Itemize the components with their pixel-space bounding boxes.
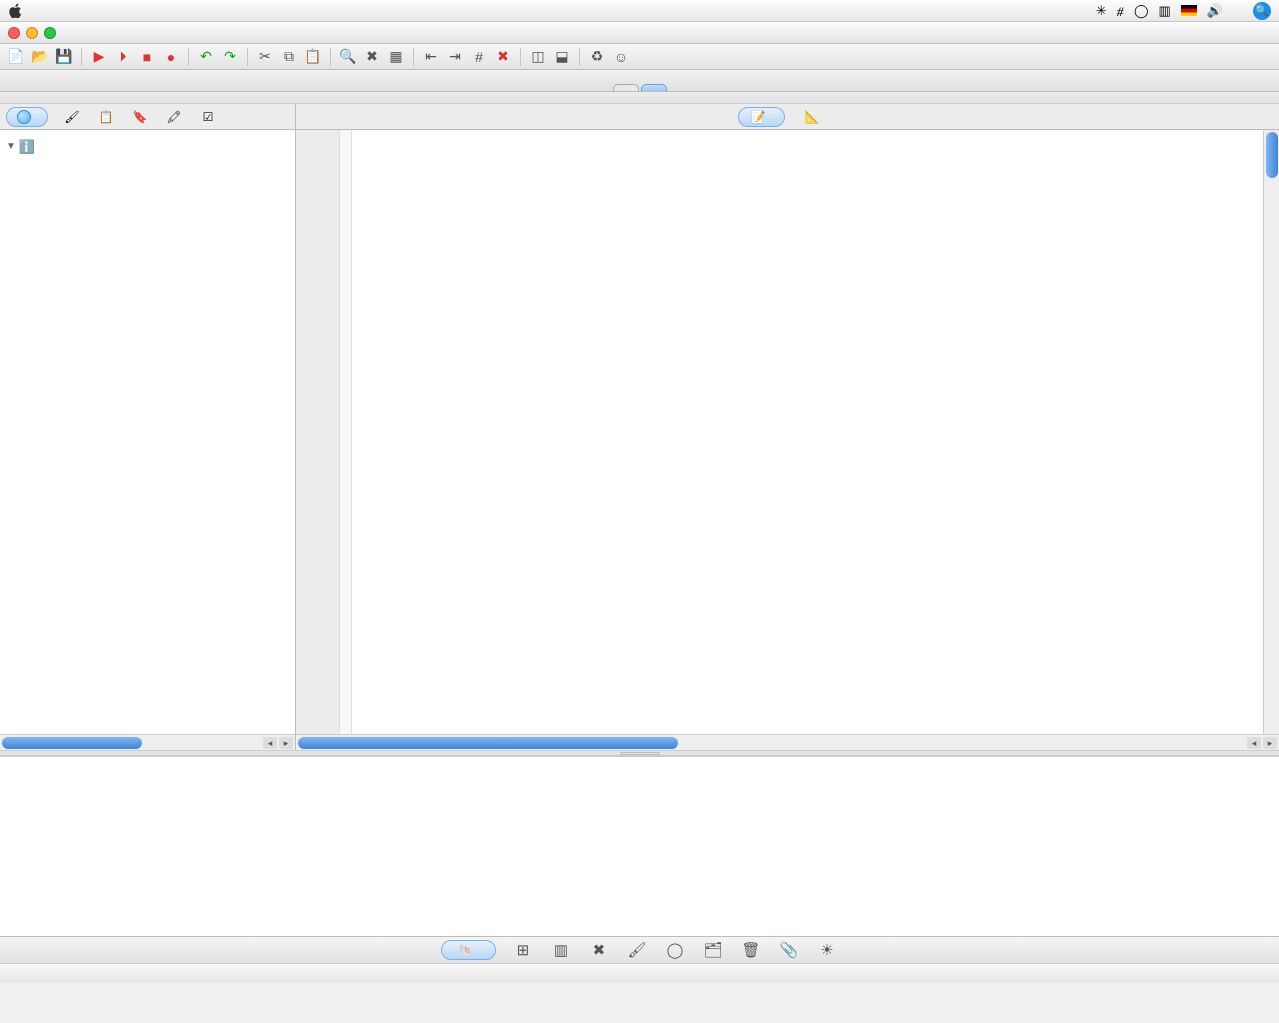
record-icon[interactable]: ● <box>161 47 181 67</box>
flag-de-icon[interactable] <box>1181 5 1197 16</box>
shell-console[interactable] <box>0 756 1279 936</box>
volume-icon[interactable]: 🔊 <box>1207 3 1223 19</box>
tab-uml[interactable]: 📐 <box>793 108 838 126</box>
comment-icon[interactable]: # <box>469 47 489 67</box>
indent-right-icon[interactable]: ⇥ <box>445 47 465 67</box>
spotlight-icon[interactable]: 🔍 <box>1253 2 1271 20</box>
open-file-icon[interactable]: 📂 <box>30 47 50 67</box>
tool-a-icon[interactable]: ✖ <box>362 47 382 67</box>
refresh-icon[interactable]: ♻ <box>587 47 607 67</box>
close-window-button[interactable] <box>8 27 20 39</box>
new-file-icon[interactable]: 📄 <box>6 47 26 67</box>
uncomment-icon[interactable]: ✖ <box>493 47 513 67</box>
indent-left-icon[interactable]: ⇤ <box>421 47 441 67</box>
left-tool-3-icon[interactable]: 🔖 <box>130 107 150 127</box>
bottom-tool-4-icon[interactable]: 🖌 <box>626 940 648 960</box>
document-tabs <box>0 70 1279 92</box>
menubar-extra-icon[interactable]: ✳︎ <box>1096 3 1107 19</box>
tab-lilycall[interactable] <box>613 84 639 91</box>
bottom-tool-2-icon[interactable]: ▥ <box>550 940 572 960</box>
explore-button[interactable] <box>6 107 48 127</box>
redo-icon[interactable]: ↷ <box>220 47 240 67</box>
right-panel-toolbar: 📝 📐 <box>296 104 1279 130</box>
bottom-tool-6-icon[interactable]: 🗂 <box>702 940 724 960</box>
paste-icon[interactable]: 📋 <box>303 47 323 67</box>
cut-icon[interactable]: ✂ <box>255 47 275 67</box>
sync-icon[interactable]: ◯ <box>1134 3 1149 19</box>
editor-h-scrollbar[interactable]: ◂▸ <box>296 734 1279 750</box>
bottom-tool-5-icon[interactable]: ◯ <box>664 940 686 960</box>
minimize-window-button[interactable] <box>26 27 38 39</box>
left-tool-4-icon[interactable]: 🖍 <box>164 107 184 127</box>
apple-logo-icon <box>8 3 24 19</box>
code-content[interactable] <box>352 130 1263 734</box>
left-tool-5-icon[interactable]: ☑ <box>198 107 218 127</box>
code-editor[interactable] <box>296 130 1279 734</box>
right-panel: 📝 📐 ◂▸ <box>296 104 1279 750</box>
left-tool-1-icon[interactable]: 🖌 <box>62 107 82 127</box>
split-v-icon[interactable]: ⬓ <box>552 47 572 67</box>
line-number-gutter <box>296 130 340 734</box>
uml-icon: 📐 <box>805 110 820 124</box>
editor-v-scrollbar[interactable] <box>1263 130 1279 734</box>
tab-source[interactable]: 📝 <box>738 107 785 127</box>
fold-column[interactable] <box>340 130 352 734</box>
source-icon: 📝 <box>751 110 766 124</box>
find-icon[interactable]: 🔍 <box>338 47 358 67</box>
bottom-tool-8-icon[interactable]: 📎 <box>778 940 800 960</box>
left-panel: 🖌 📋 🔖 🖍 ☑ ▼ ℹ️ ◂▸ <box>0 104 296 750</box>
bottom-tool-7-icon[interactable]: 🗑 <box>740 940 762 960</box>
bottom-tool-9-icon[interactable]: ☀ <box>816 940 838 960</box>
titlebar <box>0 22 1279 44</box>
bluetooth-icon[interactable]: ⧣ <box>1117 3 1124 19</box>
copy-icon[interactable]: ⧉ <box>279 47 299 67</box>
stop-icon[interactable]: ■ <box>137 47 157 67</box>
left-tool-2-icon[interactable]: 📋 <box>96 107 116 127</box>
bottom-tool-1-icon[interactable]: ⊞ <box>512 940 534 960</box>
shell-button[interactable]: 🐚 <box>441 940 496 960</box>
run-icon[interactable]: ▶ <box>89 47 109 67</box>
split-h-icon[interactable]: ◫ <box>528 47 548 67</box>
tab-smdi[interactable] <box>641 84 667 91</box>
shell-icon: 🐚 <box>458 943 473 957</box>
os-menubar: ✳︎ ⧣ ◯ ▥ 🔊 🔍 <box>0 0 1279 22</box>
undo-icon[interactable]: ↶ <box>196 47 216 67</box>
zoom-window-button[interactable] <box>44 27 56 39</box>
run-module-icon[interactable]: ⏵ <box>113 47 133 67</box>
status-bar <box>0 963 1279 983</box>
globe-icon <box>17 110 31 124</box>
outline-tree[interactable]: ▼ ℹ️ <box>0 130 295 734</box>
main-toolbar: 📄 📂 💾 ▶ ⏵ ■ ● ↶ ↷ ✂ ⧉ 📋 🔍 ✖ ▦ ⇤ ⇥ # ✖ ◫ … <box>0 44 1279 70</box>
info-icon: ℹ️ <box>18 137 36 157</box>
tool-b-icon[interactable]: ▦ <box>386 47 406 67</box>
tree-root[interactable]: ▼ ℹ️ <box>0 136 295 158</box>
smile-icon[interactable]: ☺ <box>611 47 631 67</box>
left-panel-toolbar: 🖌 📋 🔖 🖍 ☑ <box>0 104 295 130</box>
app-window: 📄 📂 💾 ▶ ⏵ ■ ● ↶ ↷ ✂ ⧉ 📋 🔍 ✖ ▦ ⇤ ⇥ # ✖ ◫ … <box>0 22 1279 983</box>
display-icon[interactable]: ▥ <box>1159 3 1171 19</box>
bottom-toolbar: 🐚 ⊞ ▥ ✖ 🖌 ◯ 🗂 🗑 📎 ☀ <box>0 936 1279 963</box>
bottom-tool-3-icon[interactable]: ✖ <box>588 940 610 960</box>
save-icon[interactable]: 💾 <box>54 47 74 67</box>
left-h-scrollbar[interactable]: ◂▸ <box>0 734 295 750</box>
